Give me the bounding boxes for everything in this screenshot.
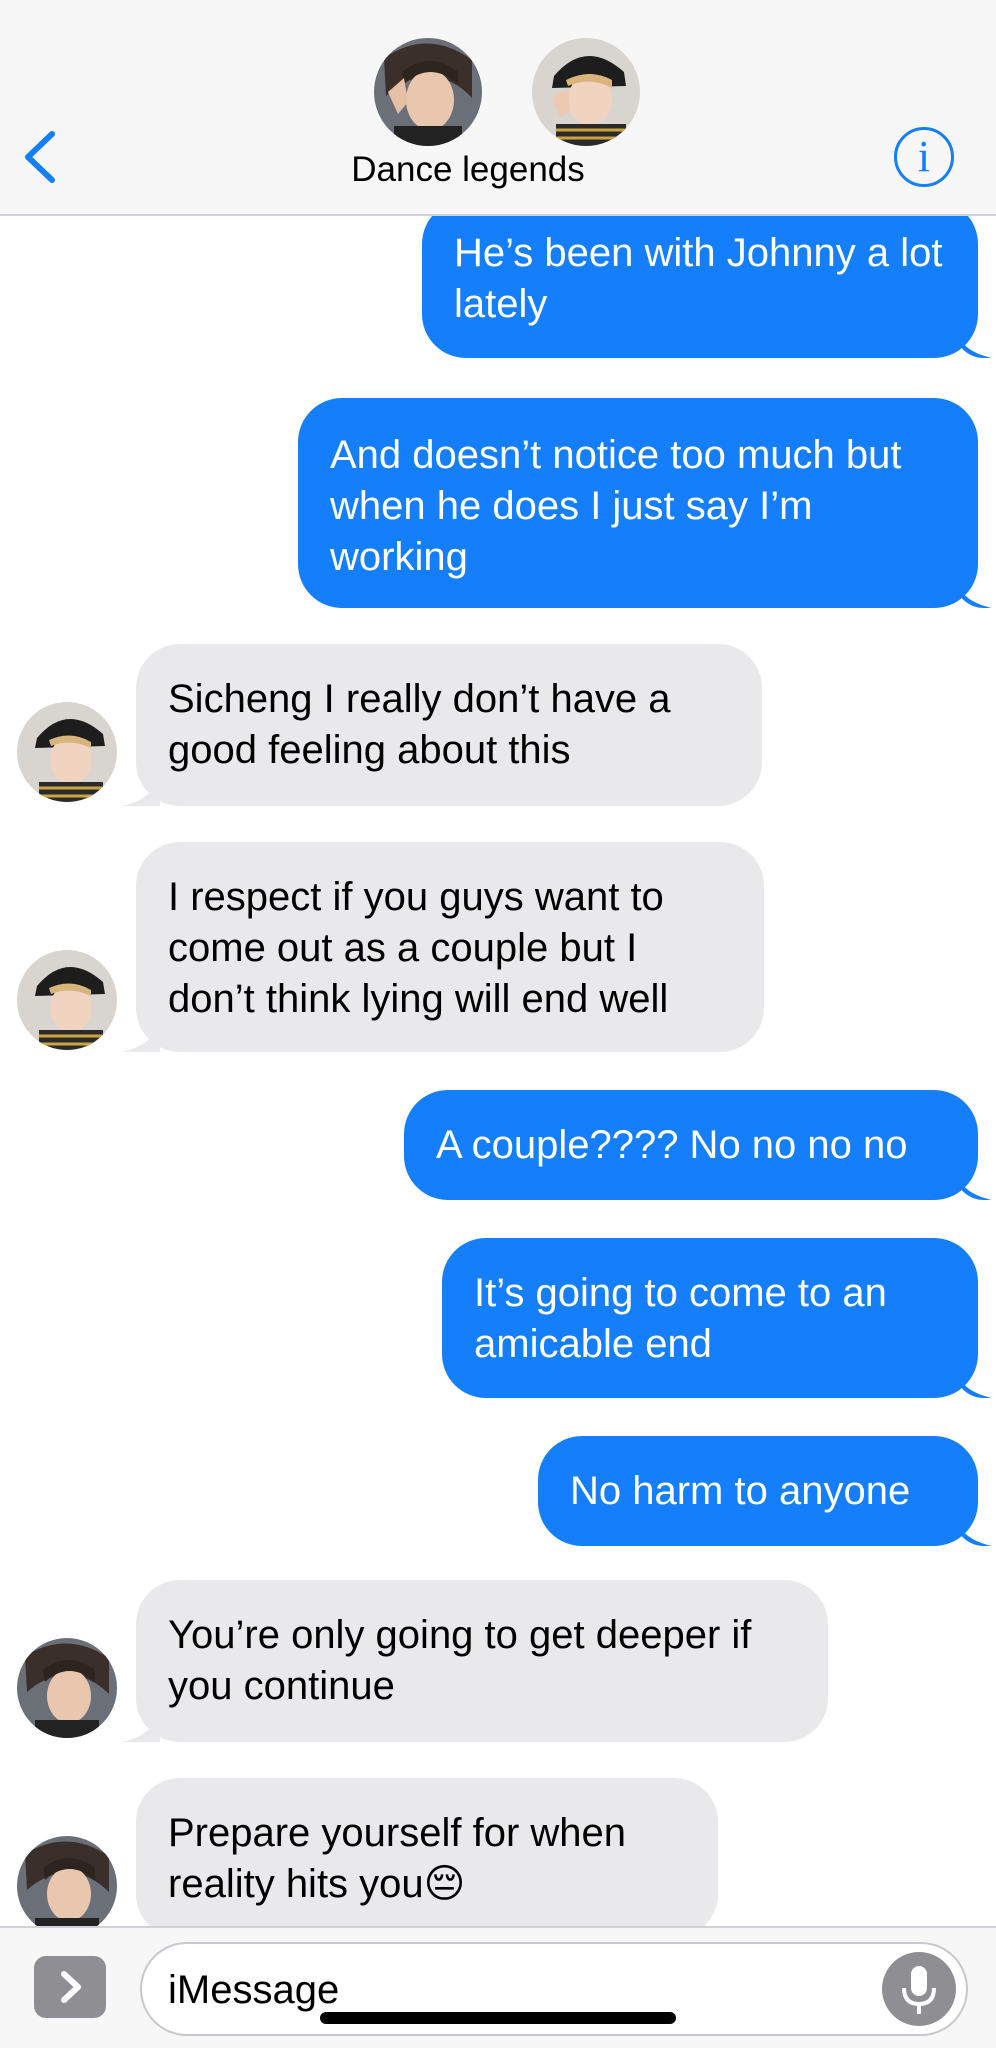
chevron-right-icon <box>61 1971 81 2003</box>
home-indicator[interactable] <box>320 2012 676 2024</box>
sender-avatar[interactable] <box>17 702 117 802</box>
group-avatars[interactable] <box>374 38 640 146</box>
message-text: A couple???? No no no no <box>436 1123 908 1167</box>
conversation-header: Dance legends i <box>0 0 996 216</box>
message-bubble-sent[interactable]: He’s been with Johnny a lot lately <box>422 200 978 358</box>
composer-bar <box>0 1926 996 2048</box>
apps-button[interactable] <box>34 1956 106 2018</box>
message-bubble-sent[interactable]: A couple???? No no no no <box>404 1090 978 1200</box>
message-bubble-received[interactable]: I respect if you guys want to come out a… <box>136 842 764 1052</box>
message-text: And doesn’t notice too much but when he … <box>330 433 902 579</box>
message-bubble-received[interactable]: You’re only going to get deeper if you c… <box>136 1580 828 1742</box>
sender-avatar[interactable] <box>17 1638 117 1738</box>
info-icon: i <box>917 132 931 181</box>
message-bubble-sent[interactable]: It’s going to come to an amicable end <box>442 1238 978 1398</box>
message-text: I respect if you guys want to come out a… <box>168 875 669 1021</box>
message-bubble-sent[interactable]: No harm to anyone <box>538 1436 978 1546</box>
microphone-icon <box>902 1966 936 2014</box>
message-text: It’s going to come to an amicable end <box>474 1271 887 1366</box>
conversation-title: Dance legends <box>351 150 585 189</box>
sender-avatar[interactable] <box>17 950 117 1050</box>
info-button[interactable]: i <box>894 127 954 187</box>
message-bubble-sent[interactable]: And doesn’t notice too much but when he … <box>298 398 978 608</box>
message-bubble-received[interactable]: Prepare yourself for when reality hits y… <box>136 1778 718 1938</box>
message-text: He’s been with Johnny a lot lately <box>454 231 943 326</box>
message-text: Prepare yourself for when reality hits y… <box>168 1811 627 1906</box>
sender-avatar[interactable] <box>17 1836 117 1936</box>
message-input[interactable] <box>168 1962 868 2018</box>
message-text: No harm to anyone <box>570 1469 911 1513</box>
message-text: You’re only going to get deeper if you c… <box>168 1613 752 1708</box>
dictation-button[interactable] <box>882 1952 956 2026</box>
message-bubble-received[interactable]: Sicheng I really don’t have a good feeli… <box>136 644 762 806</box>
message-text: Sicheng I really don’t have a good feeli… <box>168 677 671 772</box>
avatar-a <box>374 38 482 146</box>
avatar-b <box>532 38 640 146</box>
